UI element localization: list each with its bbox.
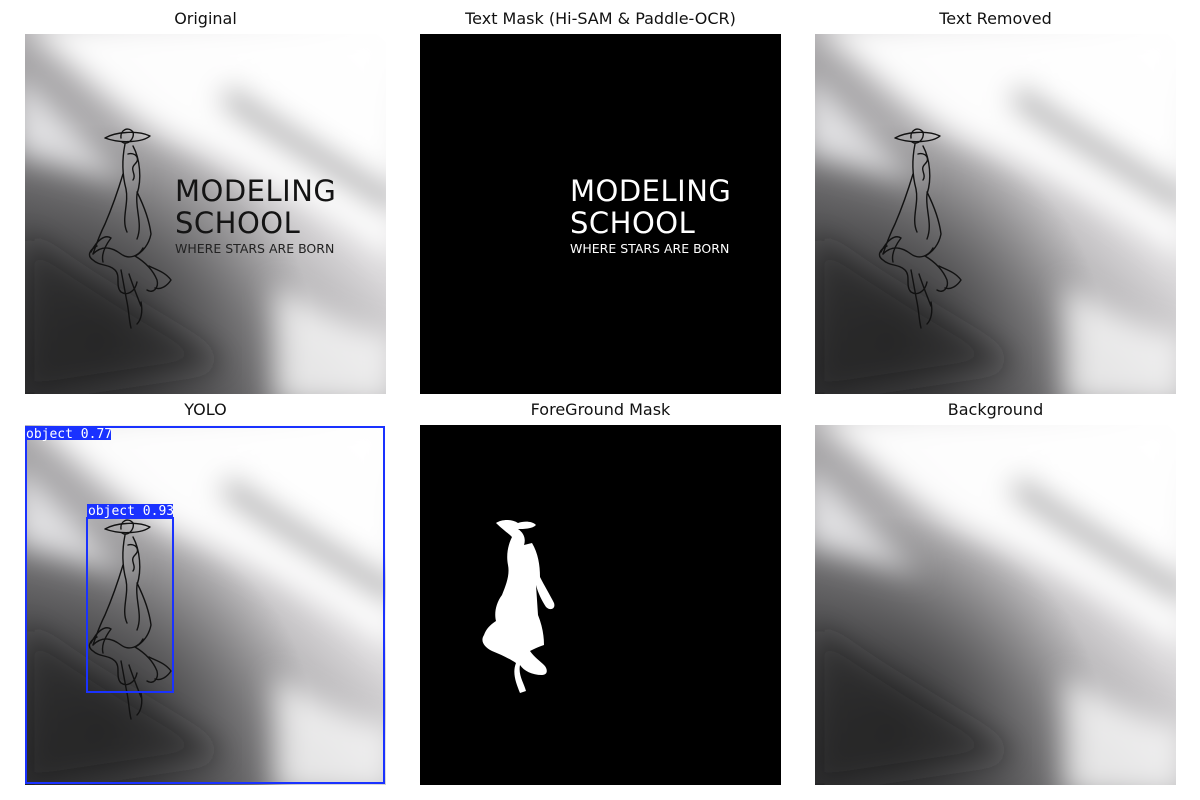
original-panel-title: Original <box>174 9 237 28</box>
mask-logo-tagline: WHERE STARS ARE BORN <box>570 241 729 256</box>
text-removed-panel <box>815 34 1176 394</box>
logo-tagline: WHERE STARS ARE BORN <box>175 241 334 256</box>
foreground-mask-panel-title: ForeGround Mask <box>530 400 671 419</box>
detection-label-2: object 0.93 <box>88 504 174 519</box>
yolo-panel-title: YOLO <box>184 400 227 419</box>
background-panel-title: Background <box>947 400 1044 419</box>
yolo-panel: object 0.77 object 0.93 <box>25 425 386 785</box>
background-panel <box>815 425 1176 785</box>
mask-logo-line2: SCHOOL <box>570 206 695 240</box>
mask-logo-line1: MODELING <box>570 174 731 208</box>
detection-label-1: object 0.77 <box>26 427 112 442</box>
logo-line1: MODELING <box>175 174 336 208</box>
text-mask-panel-title: Text Mask (Hi-SAM & Paddle-OCR) <box>465 9 736 28</box>
text-mask-panel: MODELING SCHOOL WHERE STARS ARE BORN <box>420 34 781 394</box>
text-removed-panel-title: Text Removed <box>939 9 1052 28</box>
foreground-mask-panel <box>420 425 781 785</box>
original-image-panel: MODELING SCHOOL WHERE STARS ARE BORN <box>25 34 386 394</box>
logo-line2: SCHOOL <box>175 206 300 240</box>
